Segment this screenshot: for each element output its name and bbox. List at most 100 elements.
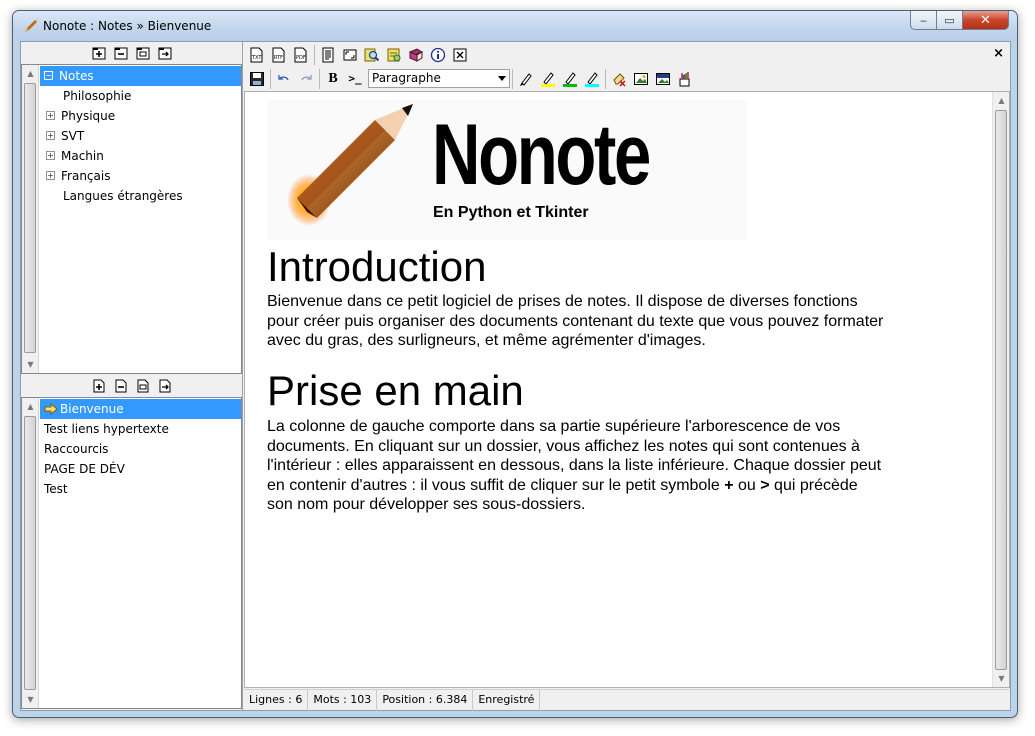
maximize-button[interactable]: ▭ (937, 11, 963, 30)
bold-label: B (328, 70, 338, 86)
editor-scrollbar[interactable]: ▲ ▼ (992, 92, 1009, 687)
folder-label: Physique (61, 109, 116, 123)
scroll-up-arrow-icon[interactable]: ▲ (22, 398, 39, 415)
collapse-icon[interactable]: − (44, 71, 53, 80)
paint-brush-icon[interactable] (674, 68, 696, 90)
paragraph-introduction: Bienvenue dans ce petit logiciel de pris… (267, 293, 884, 349)
redo-icon[interactable] (295, 68, 317, 90)
folder-tree-item[interactable]: + Physique (40, 106, 241, 126)
folder-tree-item[interactable]: + SVT (40, 126, 241, 146)
gt-symbol-text: > (760, 476, 770, 494)
bold-button[interactable]: B (322, 68, 344, 90)
expand-icon[interactable]: + (46, 171, 55, 180)
editor-pane: TXT RTF PDF × B >_ Paragraphe Nonote En … (244, 42, 1010, 711)
folder-tree-scrollbar[interactable]: ▲ ▼ (22, 65, 39, 373)
folder-tree[interactable]: ▲ ▼ − Notes Philosophie + Physique + SVT + Machi… (21, 64, 242, 374)
status-lines: Lignes : 6 (244, 690, 309, 711)
folder-label: SVT (61, 129, 85, 143)
move-folder-icon[interactable] (157, 45, 173, 61)
folder-label: Philosophie (63, 89, 132, 103)
export-txt-icon[interactable]: TXT (246, 44, 268, 66)
rename-note-icon[interactable] (135, 378, 151, 394)
nonote-logo-image: Nonote En Python et Tkinter (267, 100, 747, 240)
note-editor[interactable]: Nonote En Python et Tkinter Introduction… (244, 91, 1010, 688)
heading-prise-en-main: Prise en main (267, 367, 524, 414)
add-folder-icon[interactable] (91, 45, 107, 61)
scroll-thumb[interactable] (995, 110, 1007, 670)
note-label: Test (44, 482, 68, 496)
remove-folder-icon[interactable] (113, 45, 129, 61)
folder-tree-item[interactable]: Langues étrangères (40, 186, 241, 206)
pencil-logo-icon (287, 104, 413, 226)
close-document-icon[interactable] (449, 44, 471, 66)
status-bar: Lignes : 6 Mots : 103 Position : 6.384 E… (244, 689, 1010, 711)
scroll-thumb[interactable] (24, 83, 36, 353)
window-title: Nonote : Notes » Bienvenue (43, 19, 212, 33)
fullscreen-icon[interactable] (339, 44, 361, 66)
search-icon[interactable] (361, 44, 383, 66)
paragraph-style-value: Paragraphe (372, 71, 441, 85)
scroll-down-arrow-icon[interactable]: ▼ (22, 356, 39, 373)
folder-toolbar (21, 42, 242, 64)
insert-web-image-icon[interactable] (652, 68, 674, 90)
replace-icon[interactable] (383, 44, 405, 66)
book-icon[interactable] (405, 44, 427, 66)
scroll-up-arrow-icon[interactable]: ▲ (993, 92, 1009, 109)
folder-label: Machin (61, 149, 104, 163)
plus-symbol-text: + (724, 476, 734, 494)
expand-icon[interactable]: + (46, 131, 55, 140)
toolbar-separator (512, 68, 513, 89)
info-icon[interactable] (427, 44, 449, 66)
highlighter-none-icon[interactable] (515, 68, 537, 90)
note-list-item[interactable]: Test (40, 479, 241, 499)
paragraph-style-select[interactable]: Paragraphe (368, 69, 510, 88)
expand-icon[interactable]: + (46, 151, 55, 160)
clear-format-icon[interactable] (608, 68, 630, 90)
scroll-thumb[interactable] (24, 416, 36, 690)
highlighter-yellow-icon[interactable] (537, 68, 559, 90)
svg-text:TXT: TXT (251, 55, 262, 61)
note-list-item[interactable]: Raccourcis (40, 439, 241, 459)
code-button[interactable]: >_ (344, 68, 366, 90)
save-icon[interactable] (246, 68, 268, 90)
pencil-app-icon (25, 19, 38, 32)
minimize-button[interactable]: ‒ (910, 11, 937, 30)
folder-tree-item[interactable]: + Français (40, 166, 241, 186)
scroll-down-arrow-icon[interactable]: ▼ (993, 670, 1009, 687)
note-list-scrollbar[interactable]: ▲ ▼ (22, 398, 39, 708)
logo-title: Nonote (432, 107, 651, 203)
highlighter-cyan-icon[interactable] (581, 68, 603, 90)
note-list-item[interactable]: Test liens hypertexte (40, 419, 241, 439)
highlighter-green-icon[interactable] (559, 68, 581, 90)
folder-tree-item[interactable]: Philosophie (40, 86, 241, 106)
scroll-down-arrow-icon[interactable]: ▼ (22, 691, 39, 708)
undo-icon[interactable] (273, 68, 295, 90)
title-bar[interactable]: Nonote : Notes » Bienvenue ‒ ▭ ✕ (13, 11, 1017, 41)
close-window-button[interactable]: ✕ (963, 11, 1009, 30)
expand-icon[interactable]: + (46, 111, 55, 120)
note-list-item[interactable]: PAGE DE DÉV (40, 459, 241, 479)
heading-introduction: Introduction (267, 243, 487, 290)
add-note-icon[interactable] (91, 378, 107, 394)
scroll-up-arrow-icon[interactable]: ▲ (22, 65, 39, 82)
note-label: Raccourcis (44, 442, 109, 456)
note-list[interactable]: ▲ ▼ Bienvenue Test liens hypertexte Raccou… (21, 397, 242, 709)
close-tab-button[interactable]: × (993, 46, 1004, 61)
code-label: >_ (348, 72, 362, 85)
folder-tree-item[interactable]: − Notes (40, 66, 241, 86)
document-icon[interactable] (317, 44, 339, 66)
paragraph-prise-en-main: La colonne de gauche comporte dans sa pa… (267, 417, 887, 515)
move-note-icon[interactable] (157, 378, 173, 394)
export-rtf-icon[interactable]: RTF (268, 44, 290, 66)
status-position: Position : 6.384 (377, 690, 474, 711)
client-area: ▲ ▼ − Notes Philosophie + Physique + SVT + Machi… (20, 41, 1011, 711)
export-pdf-icon[interactable]: PDF (290, 44, 312, 66)
folder-label: Français (61, 169, 111, 183)
toolbar-separator (605, 68, 606, 89)
remove-note-icon[interactable] (113, 378, 129, 394)
note-list-item[interactable]: Bienvenue (40, 399, 241, 419)
insert-image-icon[interactable] (630, 68, 652, 90)
rename-folder-icon[interactable] (135, 45, 151, 61)
folder-tree-item[interactable]: + Machin (40, 146, 241, 166)
svg-text:RTF: RTF (274, 55, 283, 61)
